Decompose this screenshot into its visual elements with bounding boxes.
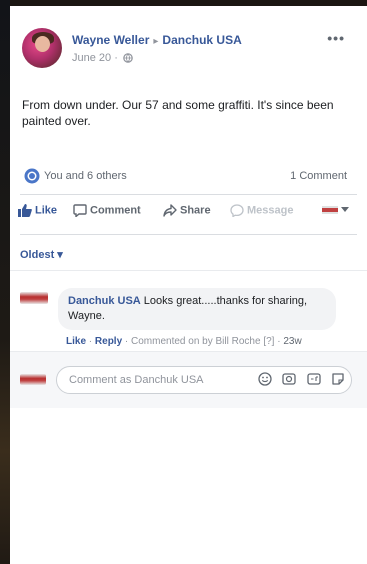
divider-comments: [10, 270, 367, 271]
post-meta: June 20 ·: [72, 52, 133, 64]
to-page-separator: ▸: [153, 36, 159, 47]
meta-dot: ·: [114, 52, 118, 64]
comment-meta: Like · Reply · Commented on by Bill Roch…: [66, 336, 302, 347]
emoji-icon[interactable]: [257, 372, 272, 391]
comment-input[interactable]: Comment as Danchuk USA: [56, 366, 352, 394]
message-label: Message: [247, 204, 294, 217]
share-label: Share: [180, 204, 211, 217]
comment-label: Comment: [90, 204, 141, 217]
commenter-avatar[interactable]: [20, 292, 48, 304]
author-line: Wayne Weller ▸ Danchuk USA: [72, 33, 242, 47]
post-header: Wayne Weller ▸ Danchuk USA June 20 · •••: [10, 6, 367, 86]
comment-timestamp[interactable]: 23w: [283, 336, 301, 347]
post-body-text: From down under. Our 57 and some graffit…: [22, 98, 334, 128]
reaction-selector-button[interactable]: [322, 204, 352, 216]
author-name-link[interactable]: Wayne Weller: [72, 33, 149, 47]
post-date[interactable]: June 20: [72, 52, 111, 64]
comment-meta-dot: ·: [86, 336, 95, 347]
like-label: Like: [35, 204, 58, 217]
page-avatar-mini-icon: [322, 206, 338, 215]
reactions-summary[interactable]: You and 6 others: [44, 170, 127, 182]
comment-input-placeholder: Comment as Danchuk USA: [69, 374, 204, 386]
comment-author-link[interactable]: Danchuk USA: [68, 295, 141, 307]
comment-button[interactable]: Comment: [73, 204, 141, 218]
write-comment-row: Comment as Danchuk USA: [10, 351, 367, 408]
comment-reply-link[interactable]: Reply: [95, 336, 122, 347]
divider-top: [20, 194, 357, 195]
camera-icon[interactable]: [282, 372, 296, 391]
globe-icon: [123, 53, 133, 63]
comment-input-icons: [252, 372, 345, 391]
divider-mid: [20, 234, 357, 235]
comment-like-link[interactable]: Like: [66, 336, 86, 347]
messenger-icon: [230, 204, 244, 218]
page-name-link[interactable]: Danchuk USA: [162, 33, 241, 47]
message-button[interactable]: Message: [230, 204, 294, 218]
like-button[interactable]: Like: [18, 204, 57, 217]
thumbs-up-icon: [18, 204, 32, 217]
chevron-down-icon: [341, 207, 349, 213]
current-page-avatar: [20, 374, 46, 385]
comment-bubble: Danchuk USA Looks great.....thanks for s…: [58, 288, 336, 330]
reactions-bar: You and 6 others 1 Comment: [10, 164, 367, 190]
action-bar: Like Comment Share Message: [10, 202, 367, 226]
share-button[interactable]: Share: [163, 204, 211, 217]
background-edge: [0, 0, 10, 564]
author-avatar[interactable]: [22, 28, 62, 68]
comment-bubble-icon: [73, 204, 87, 218]
post-card: Wayne Weller ▸ Danchuk USA June 20 · ••• F…: [10, 6, 367, 564]
share-arrow-icon: [163, 204, 177, 217]
like-reaction-icon[interactable]: [24, 168, 40, 184]
comment-attribution: · Commented on by Bill Roche [?] ·: [122, 336, 284, 347]
comment-sort-dropdown[interactable]: Oldest ▾: [20, 248, 63, 261]
post-options-icon[interactable]: •••: [327, 30, 345, 46]
gif-icon[interactable]: [306, 372, 321, 391]
comment-count-link[interactable]: 1 Comment: [290, 170, 347, 182]
avatar-face: [35, 36, 50, 52]
sticker-icon[interactable]: [331, 372, 345, 391]
